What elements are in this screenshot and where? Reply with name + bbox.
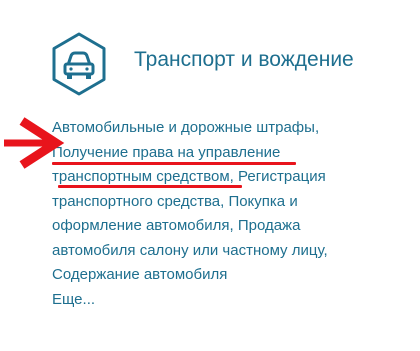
more-link[interactable]: Еще...	[52, 288, 382, 313]
category-links: Автомобильные и дорожные штрафы, Получен…	[52, 116, 382, 312]
category-title[interactable]: Транспорт и вождение	[134, 48, 354, 72]
link-car-maintenance[interactable]: Содержание автомобиля	[52, 266, 227, 283]
highlight-underline	[58, 185, 242, 188]
car-icon	[52, 32, 106, 96]
highlight-underline	[52, 162, 296, 165]
link-fines[interactable]: Автомобильные и дорожные штрафы	[52, 119, 315, 136]
